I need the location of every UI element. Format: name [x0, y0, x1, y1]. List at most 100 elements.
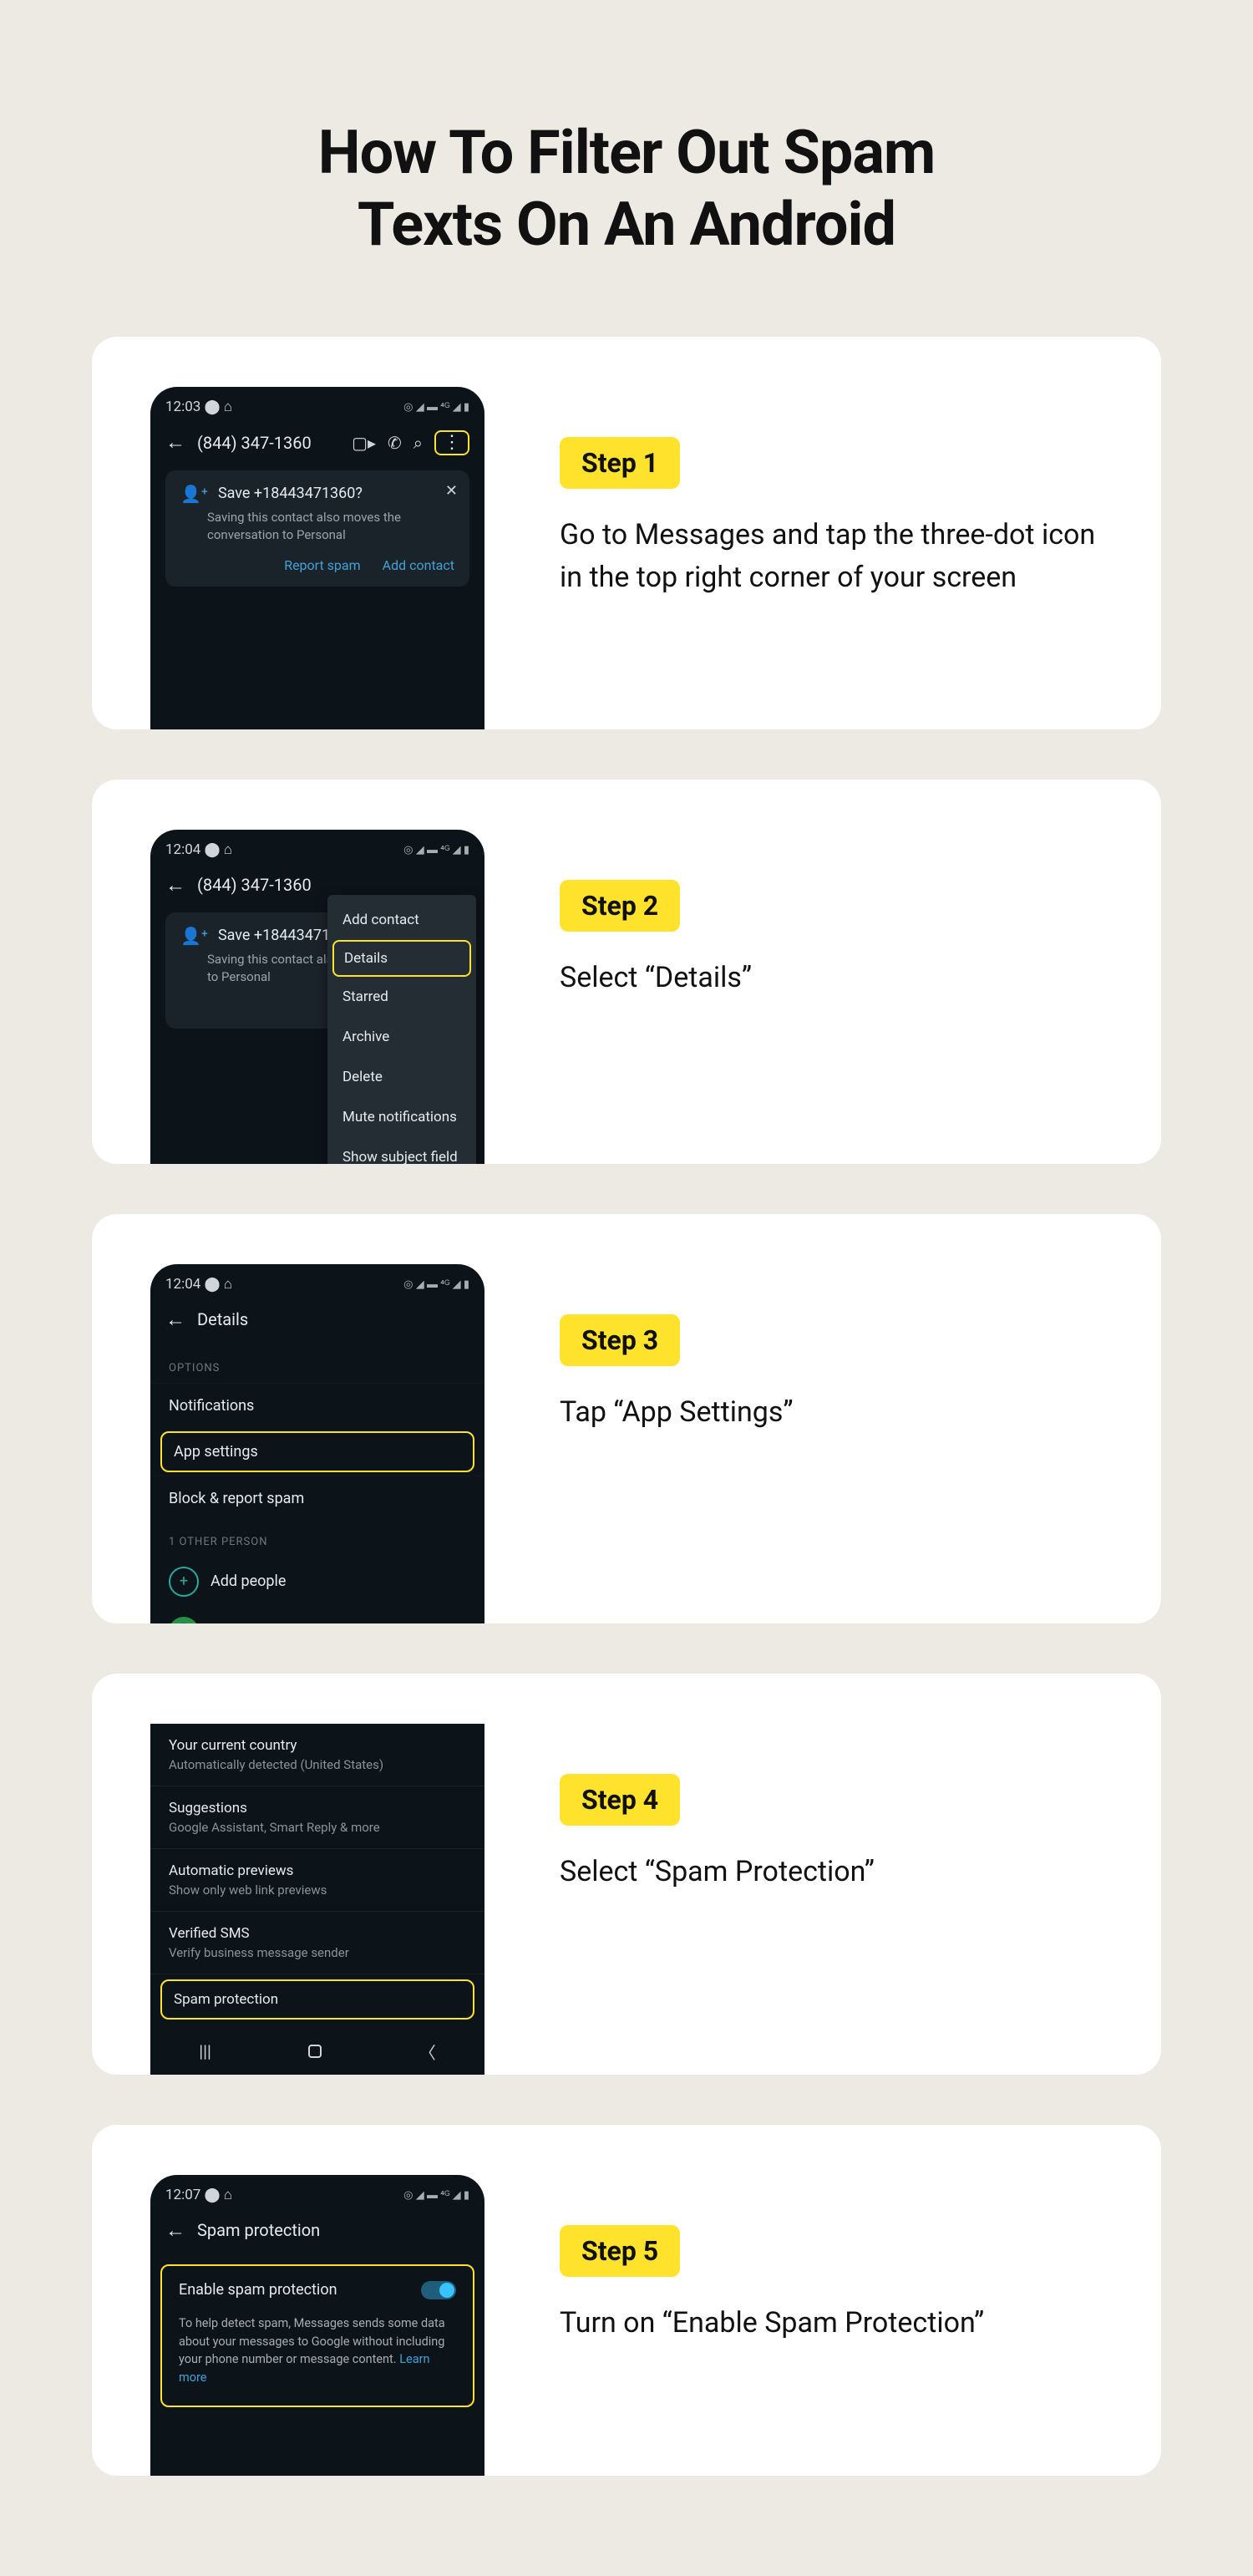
enable-spam-row[interactable]: Enable spam protection: [162, 2266, 473, 2314]
setting-spam-protection[interactable]: Spam protection: [160, 1979, 474, 2020]
nav-back-icon[interactable]: 〈: [419, 2040, 436, 2064]
options-dropdown: Add contact Details Starred Archive Dele…: [327, 895, 476, 1164]
setting-sub: Show only web link previews: [169, 1882, 466, 1898]
step-5-badge: Step 5: [560, 2225, 680, 2277]
step-1-text: Step 1 Go to Messages and tap the three-…: [560, 387, 1103, 599]
back-arrow-icon[interactable]: ←: [165, 2218, 185, 2243]
menu-subject[interactable]: Show subject field: [327, 1137, 476, 1164]
step-4-card: Your current country Automatically detec…: [92, 1674, 1161, 2075]
phone-screenshot-4: Your current country Automatically detec…: [150, 1724, 484, 2075]
status-icons-right: ◎ ◢ ▬ ⁴ᴳ ◢ ▮: [403, 400, 469, 414]
menu-details[interactable]: Details: [332, 940, 471, 977]
enable-spam-label: Enable spam protection: [179, 2281, 337, 2299]
row-notifications[interactable]: Notifications: [150, 1383, 484, 1428]
status-icons-left: ⬤ ⌂: [200, 399, 232, 415]
setting-country[interactable]: Your current country Automatically detec…: [150, 1724, 484, 1786]
status-bar: 12:04 ⬤ ⌂ ◎ ◢ ▬ ⁴ᴳ ◢ ▮: [150, 830, 484, 863]
report-spam-link[interactable]: Report spam: [284, 557, 360, 573]
phone-call-icon[interactable]: ✆: [388, 433, 402, 453]
android-nav-bar: ||| 〈: [150, 2025, 484, 2072]
setting-title: Spam protection: [174, 1991, 461, 2008]
add-people-icon: +: [169, 1567, 199, 1597]
header-phone-number: (844) 347-1360: [197, 433, 340, 453]
save-banner-title: Save +18443471360?: [218, 485, 363, 502]
details-header: ← Details: [150, 1298, 484, 1347]
phone-screenshot-3: 12:04 ⬤ ⌂ ◎ ◢ ▬ ⁴ᴳ ◢ ▮ ← Details OPTIONS…: [150, 1264, 484, 1623]
step-1-card: 12:03 ⬤ ⌂ ◎ ◢ ▬ ⁴ᴳ ◢ ▮ ← (844) 347-1360 …: [92, 337, 1161, 729]
status-icons-left: ⬤ ⌂: [200, 2187, 232, 2203]
more-options-icon[interactable]: ⋮: [434, 430, 469, 455]
status-icons-left: ⬤ ⌂: [200, 841, 232, 858]
search-icon[interactable]: ⌕: [413, 433, 423, 453]
setting-title: Suggestions: [169, 1800, 466, 1816]
status-bar: 12:03 ⬤ ⌂ ◎ ◢ ▬ ⁴ᴳ ◢ ▮: [150, 387, 484, 420]
status-time: 12:04: [165, 1276, 200, 1293]
back-arrow-icon[interactable]: ←: [165, 1308, 185, 1332]
step-4-desc: Select “Spam Protection”: [560, 1851, 1103, 1893]
setting-sub: Verify business message sender: [169, 1945, 466, 1960]
status-icons-right: ◎ ◢ ▬ ⁴ᴳ ◢ ▮: [403, 1278, 469, 1291]
status-time: 12:03: [165, 399, 200, 415]
close-icon[interactable]: ✕: [445, 482, 458, 500]
setting-title: Automatic previews: [169, 1862, 466, 1879]
spam-title: Spam protection: [197, 2220, 469, 2240]
nav-recents-icon[interactable]: |||: [199, 2041, 211, 2061]
title-line2: Texts On An Android: [358, 189, 895, 260]
setting-sub: Automatically detected (United States): [169, 1757, 466, 1772]
menu-starred[interactable]: Starred: [327, 977, 476, 1017]
setting-sub: Google Assistant, Smart Reply & more: [169, 1820, 466, 1835]
setting-title: Your current country: [169, 1737, 466, 1754]
back-arrow-icon[interactable]: ←: [165, 873, 185, 897]
menu-add-contact[interactable]: Add contact: [327, 900, 476, 940]
step-3-phone-col: 12:04 ⬤ ⌂ ◎ ◢ ▬ ⁴ᴳ ◢ ▮ ← Details OPTIONS…: [150, 1264, 484, 1623]
status-icons-right: ◎ ◢ ▬ ⁴ᴳ ◢ ▮: [403, 843, 469, 856]
step-1-badge: Step 1: [560, 437, 680, 489]
options-label: OPTIONS: [150, 1347, 484, 1383]
add-people-label: Add people: [211, 1573, 286, 1590]
step-1-phone-col: 12:03 ⬤ ⌂ ◎ ◢ ▬ ⁴ᴳ ◢ ▮ ← (844) 347-1360 …: [150, 387, 484, 729]
setting-previews[interactable]: Automatic previews Show only web link pr…: [150, 1849, 484, 1912]
row-app-settings[interactable]: App settings: [160, 1431, 474, 1472]
nav-home-icon[interactable]: [308, 2045, 322, 2058]
details-title: Details: [197, 1309, 469, 1329]
enable-spam-toggle[interactable]: [421, 2281, 456, 2299]
other-person-label: 1 OTHER PERSON: [150, 1521, 484, 1557]
spam-highlight-box: Enable spam protection To help detect sp…: [160, 2264, 474, 2407]
avatar-icon: 👤: [169, 1617, 199, 1623]
step-3-card: 12:04 ⬤ ⌂ ◎ ◢ ▬ ⁴ᴳ ◢ ▮ ← Details OPTIONS…: [92, 1214, 1161, 1623]
spam-header: ← Spam protection: [150, 2208, 484, 2258]
status-icons-right: ◎ ◢ ▬ ⁴ᴳ ◢ ▮: [403, 2188, 469, 2202]
step-5-phone-col: 12:07 ⬤ ⌂ ◎ ◢ ▬ ⁴ᴳ ◢ ▮ ← Spam protection…: [150, 2175, 484, 2476]
setting-title: Verified SMS: [169, 1925, 466, 1942]
row-contact[interactable]: 👤 (844) 347-1360: [150, 1607, 484, 1623]
step-1-desc: Go to Messages and tap the three-dot ico…: [560, 514, 1103, 599]
spam-help-text: To help detect spam, Messages sends some…: [162, 2314, 473, 2402]
status-time: 12:07: [165, 2187, 200, 2203]
step-5-desc: Turn on “Enable Spam Protection”: [560, 2302, 1103, 2345]
setting-verified-sms[interactable]: Verified SMS Verify business message sen…: [150, 1912, 484, 1974]
menu-mute[interactable]: Mute notifications: [327, 1097, 476, 1137]
status-time: 12:04: [165, 841, 200, 858]
add-contact-icon: 👤⁺: [180, 926, 208, 946]
page-title: How To Filter Out Spam Texts On An Andro…: [0, 0, 1253, 337]
step-4-text: Step 4 Select “Spam Protection”: [560, 1724, 1103, 1893]
step-3-badge: Step 3: [560, 1314, 680, 1366]
menu-delete[interactable]: Delete: [327, 1057, 476, 1097]
phone-screenshot-5: 12:07 ⬤ ⌂ ◎ ◢ ▬ ⁴ᴳ ◢ ▮ ← Spam protection…: [150, 2175, 484, 2476]
toggle-knob: [439, 2283, 454, 2298]
back-arrow-icon[interactable]: ←: [165, 430, 185, 455]
step-3-text: Step 3 Tap “App Settings”: [560, 1264, 1103, 1434]
row-block-report[interactable]: Block & report spam: [150, 1476, 484, 1521]
row-add-people[interactable]: + Add people: [150, 1557, 484, 1607]
step-5-card: 12:07 ⬤ ⌂ ◎ ◢ ▬ ⁴ᴳ ◢ ▮ ← Spam protection…: [92, 2125, 1161, 2476]
conversation-header: ← (844) 347-1360 ▢▸ ✆ ⌕ ⋮: [150, 420, 484, 470]
status-bar: 12:04 ⬤ ⌂ ◎ ◢ ▬ ⁴ᴳ ◢ ▮: [150, 1264, 484, 1298]
menu-archive[interactable]: Archive: [327, 1017, 476, 1057]
step-5-text: Step 5 Turn on “Enable Spam Protection”: [560, 2175, 1103, 2345]
add-contact-link[interactable]: Add contact: [383, 557, 454, 573]
video-call-icon[interactable]: ▢▸: [352, 433, 376, 453]
save-banner-subtitle: Saving this contact also moves the conve…: [207, 509, 454, 544]
setting-suggestions[interactable]: Suggestions Google Assistant, Smart Repl…: [150, 1786, 484, 1849]
step-4-phone-col: Your current country Automatically detec…: [150, 1724, 484, 2075]
step-2-text: Step 2 Select “Details”: [560, 830, 1103, 999]
